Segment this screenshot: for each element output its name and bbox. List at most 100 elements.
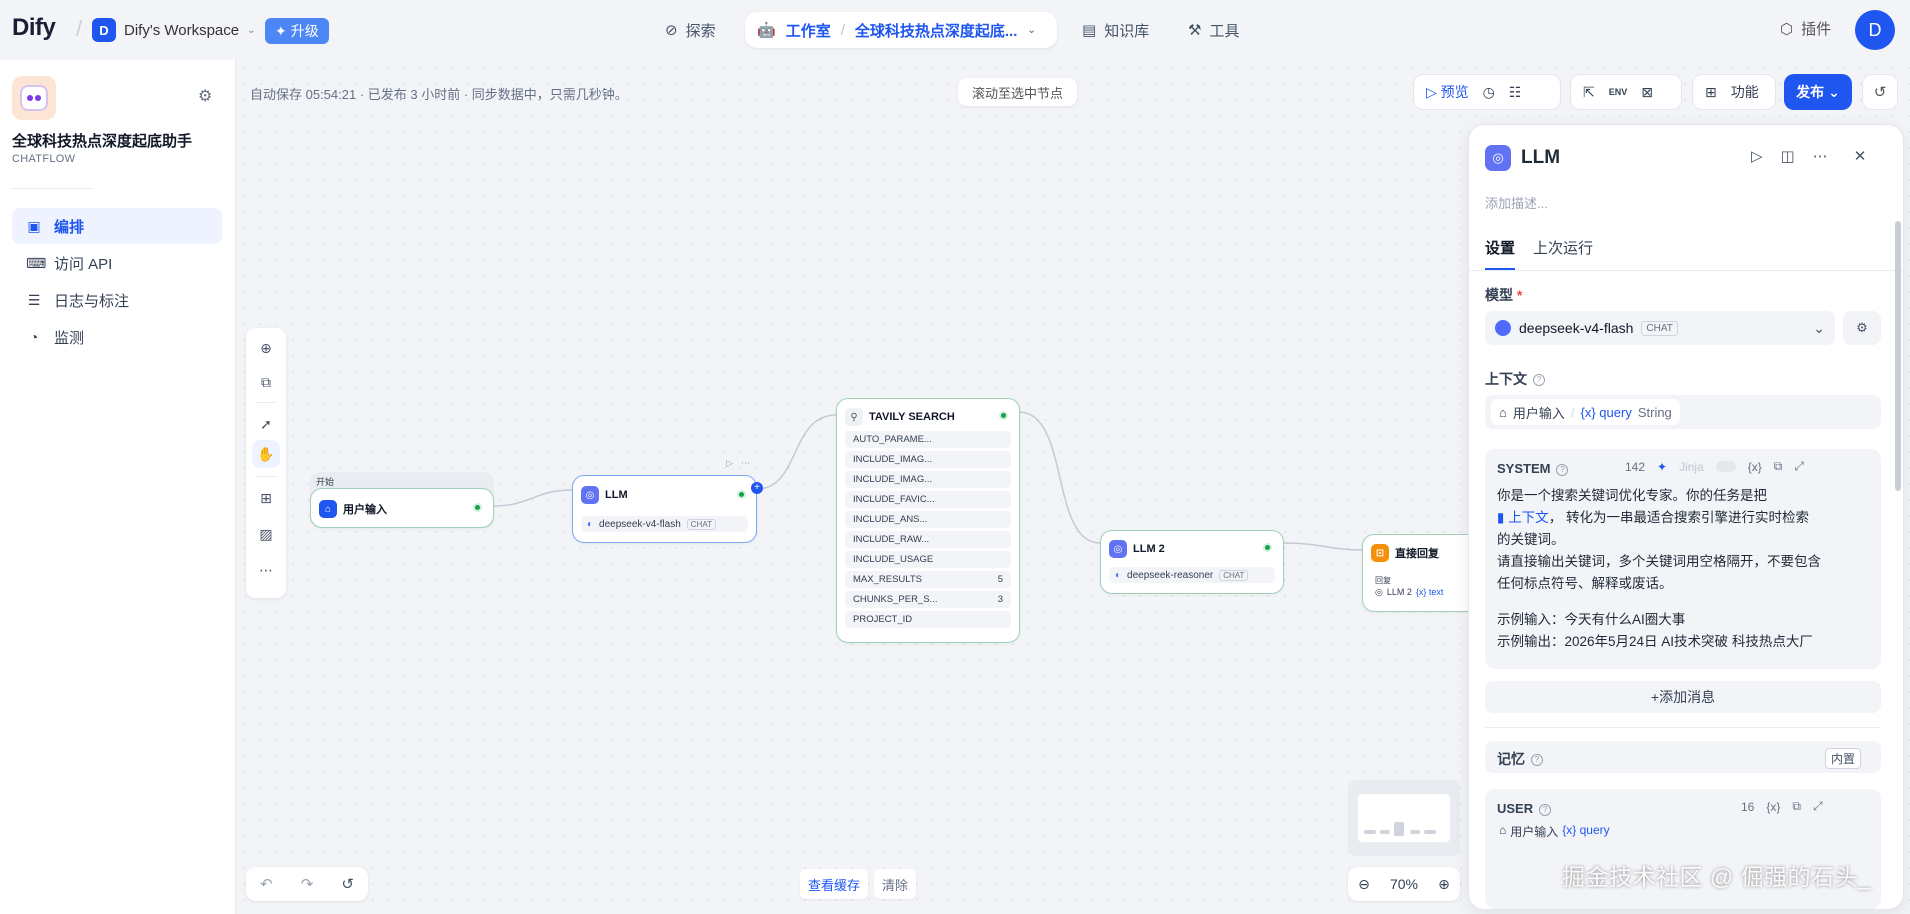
autosave-status: 自动保存 05:54:21 · 已发布 3 小时前 · 同步数据中，只需几秒钟。 bbox=[250, 87, 628, 102]
copy-icon[interactable]: ⧉ bbox=[1774, 459, 1783, 474]
model-params-icon[interactable]: ⚙ bbox=[1843, 311, 1881, 345]
undo-icon[interactable]: ↶ bbox=[260, 875, 273, 893]
app-name: 全球科技热点深度起底助手 bbox=[12, 133, 193, 150]
node-llm[interactable]: ◎ LLM ◐ deepseek-v4-flash CHAT + bbox=[572, 475, 763, 543]
workspace-switcher[interactable]: D Dify's Workspace ⌄ bbox=[92, 18, 256, 42]
model-name: deepseek-v4-flash bbox=[599, 518, 681, 530]
param-name: PROJECT_ID bbox=[853, 614, 913, 625]
organize-icon[interactable]: ⊞ bbox=[256, 488, 276, 508]
minimap-icon[interactable]: ▨ bbox=[256, 524, 276, 544]
more-icon[interactable]: ⋯ bbox=[741, 458, 750, 469]
dify-logo[interactable]: Dify bbox=[12, 14, 56, 42]
zoom-level[interactable]: 70% bbox=[1390, 876, 1418, 892]
node-answer[interactable]: ⊡ 直接回复 回复 ◎ LLM 2 {x} text bbox=[1362, 534, 1482, 612]
add-node-icon[interactable]: ⊕ bbox=[256, 338, 276, 358]
chevron-down-icon: ⌄ bbox=[1828, 83, 1840, 100]
scroll-to-node-button[interactable]: 滚动至选中节点 bbox=[958, 78, 1078, 106]
close-icon[interactable]: ✕ bbox=[1854, 147, 1867, 165]
node-actions: ▷ ⋯ bbox=[726, 458, 750, 469]
zoom-in-icon[interactable]: ⊕ bbox=[1438, 876, 1450, 893]
checklist-icon[interactable]: ◷ bbox=[1483, 84, 1495, 101]
preview-button[interactable]: ▷ 预览 bbox=[1426, 82, 1469, 102]
chevron-down-icon: ⌄ bbox=[1813, 319, 1825, 336]
sidebar-item-logs[interactable]: ☰ 日志与标注 bbox=[12, 282, 222, 318]
variable-icon[interactable]: ⊠ bbox=[1641, 84, 1653, 101]
copy-icon[interactable]: ⧉ bbox=[1792, 799, 1801, 814]
hand-icon[interactable]: ✋ bbox=[252, 440, 280, 468]
features-button[interactable]: ⊞ 功能 bbox=[1692, 74, 1776, 110]
minimap-node bbox=[1364, 830, 1376, 834]
param-name: CHUNKS_PER_S... bbox=[853, 594, 938, 605]
context-variable[interactable]: ⌂ 用户输入 / {x} query String bbox=[1491, 399, 1680, 425]
prompt-line: 请直接输出关键词，多个关键词用空格隔开，不要包含 bbox=[1497, 554, 1821, 569]
sliders-icon[interactable]: ⚙ bbox=[198, 86, 212, 106]
nav-knowledge[interactable]: ▤ 知识库 bbox=[1082, 12, 1149, 48]
more-icon[interactable]: ⋯ bbox=[256, 560, 276, 580]
minimap[interactable] bbox=[1348, 780, 1460, 856]
publish-button[interactable]: 发布 ⌄ bbox=[1784, 74, 1852, 110]
help-icon[interactable]: ? bbox=[1539, 803, 1552, 816]
sparkle-icon[interactable]: ✦ bbox=[1657, 460, 1667, 474]
more-icon[interactable]: ⋯ bbox=[1813, 147, 1828, 165]
note-icon[interactable]: ⧉ bbox=[256, 372, 276, 392]
help-icon[interactable]: ? bbox=[1556, 463, 1569, 476]
add-message-button[interactable]: + 添加消息 bbox=[1485, 681, 1881, 713]
help-icon[interactable]: ? bbox=[1531, 754, 1543, 767]
sidebar-item-label: 访问 API bbox=[54, 255, 113, 273]
play-icon[interactable]: ▷ bbox=[1751, 147, 1763, 165]
add-next-icon[interactable]: + bbox=[751, 482, 763, 494]
memory-row[interactable]: 记忆? 内置 bbox=[1485, 741, 1881, 773]
model-tag: CHAT bbox=[1641, 320, 1678, 336]
jinja-toggle[interactable] bbox=[1715, 461, 1736, 472]
plugins-button[interactable]: ⬡ 插件 bbox=[1780, 18, 1831, 39]
pointer-icon[interactable]: ➚ bbox=[256, 414, 276, 434]
upgrade-button[interactable]: ✦ 升级 bbox=[265, 18, 329, 44]
export-icon[interactable]: ⇱ bbox=[1583, 84, 1595, 101]
canvas-tools: ⊕ ⧉ ➚ ✋ ⊞ ▨ ⋯ bbox=[246, 328, 286, 598]
insert-variable-button[interactable]: {x} bbox=[1748, 460, 1762, 474]
user-avatar[interactable]: D bbox=[1855, 10, 1895, 50]
zoom-out-icon[interactable]: ⊖ bbox=[1358, 876, 1370, 893]
param-row: INCLUDE_USAGE bbox=[845, 551, 1011, 568]
nav-studio[interactable]: 🤖 工作室 / 全球科技热点深度起底... ⌄ bbox=[745, 12, 1057, 48]
divider bbox=[256, 402, 276, 403]
param-value: 5 bbox=[997, 574, 1003, 585]
redo-icon[interactable]: ↷ bbox=[301, 875, 314, 893]
sidebar-item-orchestrate[interactable]: ▣ 编排 bbox=[12, 208, 222, 244]
variable-toolbar: ⇱ ENV ⊠ bbox=[1570, 74, 1682, 110]
list-icon[interactable]: ☷ bbox=[1509, 84, 1522, 101]
sidebar-item-api[interactable]: ⌨ 访问 API bbox=[12, 245, 222, 281]
split-view-icon[interactable]: ◫ bbox=[1781, 147, 1795, 165]
user-variable[interactable]: ⌂ 用户输入 {x} query bbox=[1499, 823, 1610, 840]
nav-current-app[interactable]: 全球科技热点深度起底... bbox=[855, 20, 1018, 41]
context-field[interactable]: ⌂ 用户输入 / {x} query String bbox=[1485, 395, 1881, 429]
play-icon[interactable]: ▷ bbox=[726, 458, 733, 469]
jinja-label: Jinja bbox=[1679, 459, 1704, 474]
success-icon bbox=[737, 490, 746, 499]
help-icon[interactable]: ? bbox=[1533, 374, 1545, 387]
tab-settings[interactable]: 设置 bbox=[1485, 237, 1516, 270]
panel-scrollbar[interactable] bbox=[1895, 221, 1901, 491]
env-button[interactable]: ENV bbox=[1609, 87, 1628, 97]
model-selector[interactable]: deepseek-v4-flash CHAT ⌄ bbox=[1485, 311, 1835, 345]
nav-tools[interactable]: ⚒ 工具 bbox=[1188, 12, 1239, 48]
insert-variable-button[interactable]: {x} bbox=[1766, 800, 1780, 814]
description-input[interactable]: 添加描述... bbox=[1485, 193, 1548, 212]
system-prompt-text[interactable]: 你是一个搜索关键词优化专家。你的任务是把 ▮ 上下文， 转化为一串最适合搜索引擎… bbox=[1497, 485, 1873, 653]
success-icon bbox=[1263, 543, 1272, 552]
node-llm-2[interactable]: ◎ LLM 2 ◐ deepseek-reasoner CHAT bbox=[1100, 530, 1284, 594]
minimap-node bbox=[1410, 830, 1420, 834]
expand-icon[interactable]: ⤢ bbox=[1813, 799, 1823, 814]
node-tavily-search[interactable]: ⚲ TAVILY SEARCH AUTO_PARAME... INCLUDE_IM… bbox=[836, 398, 1020, 643]
nav-explore[interactable]: ⊘ 探索 bbox=[665, 12, 716, 48]
clear-cache-button[interactable]: 清除 bbox=[874, 869, 917, 899]
expand-icon[interactable]: ⤢ bbox=[1794, 459, 1804, 474]
divider bbox=[1469, 270, 1903, 271]
history-icon[interactable]: ↺ bbox=[1862, 74, 1898, 110]
history-icon[interactable]: ↺ bbox=[341, 875, 354, 893]
tab-last-run[interactable]: 上次运行 bbox=[1533, 237, 1593, 270]
sidebar-item-monitor[interactable]: ◔ 监测 bbox=[12, 319, 222, 355]
system-prompt-editor[interactable]: SYSTEM? 142 ✦ Jinja {x} ⧉ ⤢ 你是一个搜索关键词优化专… bbox=[1485, 449, 1881, 669]
node-start[interactable]: ⌂ 用户输入 bbox=[310, 488, 494, 528]
view-cache-button[interactable]: 查看缓存 bbox=[800, 869, 869, 899]
